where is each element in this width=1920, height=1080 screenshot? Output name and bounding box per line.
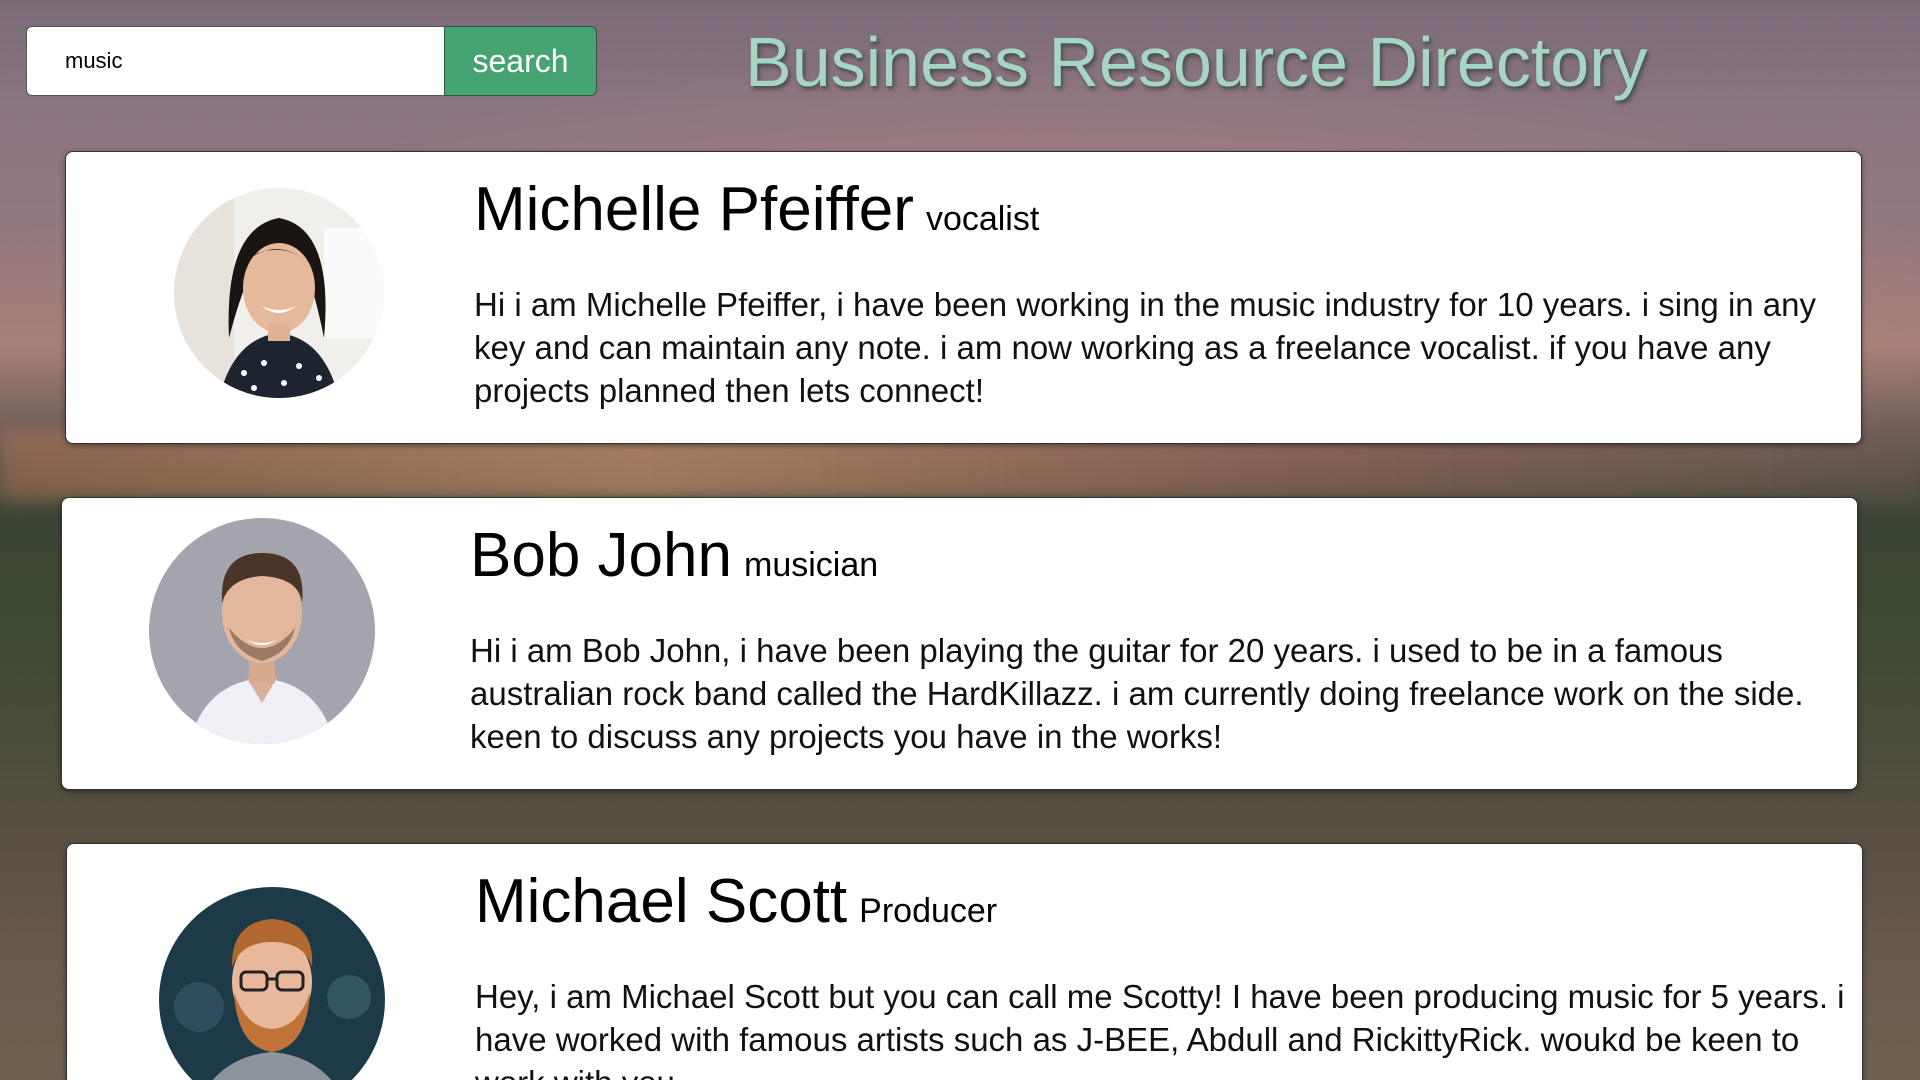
profile-bio: Hey, i am Michael Scott but you can call… — [475, 978, 1845, 1080]
avatar — [174, 188, 384, 398]
page-title: Business Resource Directory — [745, 23, 1648, 101]
profile-heading: Michael Scott Producer — [475, 866, 997, 937]
search-button[interactable]: search — [444, 26, 597, 96]
profile-bio: Hi i am Bob John, i have been playing th… — [470, 632, 1804, 755]
profile-card-bob-john: Bob John musician Hi i am Bob John, i hav… — [61, 497, 1858, 790]
profile-card-michelle-pfeiffer: Michelle Pfeiffer vocalist Hi i am Michel… — [65, 151, 1862, 444]
profile-card-michael-scott: Michael Scott Producer Hey, i am Michael … — [66, 843, 1863, 1080]
search-input[interactable] — [26, 26, 444, 96]
avatar — [149, 518, 375, 744]
profile-bio: Hi i am Michelle Pfeiffer, i have been w… — [474, 286, 1817, 409]
profile-name: Michelle Pfeiffer — [474, 175, 914, 244]
search-bar: search — [26, 26, 597, 96]
woman-portrait-image — [174, 188, 384, 398]
profile-heading: Bob John musician — [470, 520, 878, 591]
profile-role: Producer — [859, 892, 998, 930]
man-portrait-image — [149, 518, 375, 744]
profile-role: musician — [744, 546, 879, 584]
profile-heading: Michelle Pfeiffer vocalist — [474, 174, 1039, 245]
profile-name: Michael Scott — [475, 867, 848, 936]
profile-name: Bob John — [470, 521, 732, 590]
man-glasses-portrait-image — [159, 887, 385, 1080]
profile-role: vocalist — [925, 200, 1040, 238]
avatar — [159, 887, 385, 1080]
